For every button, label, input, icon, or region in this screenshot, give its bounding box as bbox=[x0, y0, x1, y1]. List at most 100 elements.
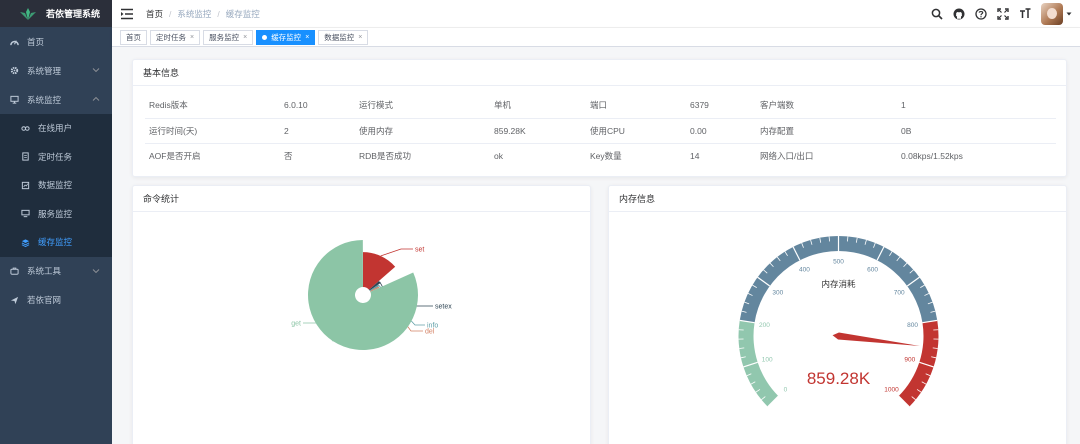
info-label: Redis版本 bbox=[145, 93, 280, 119]
info-value: 0.00 bbox=[686, 118, 756, 144]
tag-cache[interactable]: 缓存监控 × bbox=[256, 29, 316, 45]
table-row: Redis版本 6.0.10 运行模式 单机 端口 6379 客户端数 1 bbox=[145, 93, 1056, 119]
breadcrumb: 首页 / 系统监控 / 缓存监控 bbox=[146, 8, 260, 20]
close-icon[interactable]: × bbox=[305, 34, 309, 41]
github-icon[interactable] bbox=[953, 8, 965, 20]
tag-label: 数据监控 bbox=[324, 32, 355, 42]
gauge-tick-label: 600 bbox=[867, 267, 878, 274]
question-icon[interactable] bbox=[975, 8, 987, 20]
tags-view: 首页 定时任务 × 服务监控 × 缓存监控 × 数据监控 × bbox=[112, 28, 1080, 47]
sidebar-item-label: 在线用户 bbox=[38, 123, 73, 134]
info-value: ok bbox=[494, 150, 503, 161]
tag-server[interactable]: 服务监控 × bbox=[203, 29, 254, 45]
gauge-tick-label: 300 bbox=[772, 289, 783, 296]
dashboard-icon bbox=[9, 37, 19, 47]
breadcrumb-home[interactable]: 首页 bbox=[146, 8, 163, 20]
info-table: Redis版本 6.0.10 运行模式 单机 端口 6379 客户端数 1 运行时间(天) 2 使用… bbox=[145, 93, 1056, 168]
card-title: 内存信息 bbox=[609, 186, 1066, 212]
tag-druid[interactable]: 数据监控 × bbox=[318, 29, 369, 45]
gauge-tick-label: 100 bbox=[762, 357, 773, 364]
tag-home[interactable]: 首页 bbox=[120, 29, 147, 45]
close-icon[interactable]: × bbox=[190, 34, 194, 41]
app-title: 若依管理系统 bbox=[46, 9, 101, 19]
command-stats-card: 命令统计 set setex info del get bbox=[132, 185, 591, 444]
logo[interactable]: 若依管理系统 bbox=[0, 0, 112, 27]
gauge-value: 859.28K bbox=[807, 369, 871, 388]
sidebar-item-monitor[interactable]: 系统监控 bbox=[0, 85, 112, 114]
gauge-tick-label: 200 bbox=[759, 322, 770, 329]
search-icon[interactable] bbox=[931, 8, 943, 20]
info-label: 运行时间(天) bbox=[145, 118, 280, 144]
info-value: 14 bbox=[690, 150, 700, 161]
druid-icon bbox=[20, 180, 30, 190]
info-label: Key数量 bbox=[590, 150, 622, 161]
job-icon bbox=[20, 152, 30, 162]
font-size-icon[interactable] bbox=[1019, 8, 1031, 20]
breadcrumb-separator: / bbox=[217, 8, 220, 19]
info-label: 使用CPU bbox=[586, 118, 686, 144]
gauge-tick-label: 800 bbox=[907, 322, 918, 329]
sidebar-item-redis[interactable]: 缓存监控 bbox=[0, 228, 112, 257]
info-label: 使用内存 bbox=[355, 118, 490, 144]
sidebar-item-job[interactable]: 定时任务 bbox=[0, 143, 112, 172]
table-row: 运行时间(天) 2 使用内存 859.28K 使用CPU 0.00 内存配置 0B bbox=[145, 118, 1056, 144]
sidebar-item-tool[interactable]: 系统工具 bbox=[0, 257, 112, 286]
sidebar-item-label: 定时任务 bbox=[38, 151, 73, 162]
navbar-actions bbox=[921, 0, 1072, 28]
gauge-tick-label: 900 bbox=[904, 357, 915, 364]
caret-down-icon[interactable] bbox=[1066, 11, 1072, 17]
sidebar-item-label: 系统管理 bbox=[27, 65, 62, 76]
hamburger-icon[interactable] bbox=[120, 7, 134, 21]
table-row: AOF是否开启 否 RDB是否成功 ok Key数量 14 网络入口/出口 0.08kps/1… bbox=[145, 143, 1056, 168]
gauge-title: 内存消耗 bbox=[821, 279, 856, 289]
sidebar-item-system[interactable]: 系统管理 bbox=[0, 56, 112, 85]
breadcrumb-current: 缓存监控 bbox=[225, 8, 260, 19]
chevron-down-icon bbox=[92, 68, 100, 73]
info-label: AOF是否开启 bbox=[149, 150, 201, 161]
tag-label: 首页 bbox=[126, 32, 141, 42]
sidebar-item-label: 数据监控 bbox=[38, 180, 73, 191]
pie-label-line bbox=[380, 248, 413, 257]
fullscreen-icon[interactable] bbox=[997, 8, 1009, 20]
monitor-submenu: 在线用户 定时任务 数据监控 服务监控 缓存监控 bbox=[0, 114, 112, 257]
pie-label: get bbox=[291, 321, 301, 328]
active-dot-icon bbox=[262, 34, 268, 40]
info-label: 运行模式 bbox=[355, 93, 490, 119]
online-icon bbox=[20, 123, 30, 133]
memory-gauge-chart: 0 100 200 300 400 500 600 700 800 900 1000 内存消耗 859.… bbox=[738, 236, 939, 408]
redis-icon bbox=[20, 237, 30, 247]
breadcrumb-monitor[interactable]: 系统监控 bbox=[177, 8, 211, 20]
sidebar-item-label: 服务监控 bbox=[38, 208, 73, 219]
sidebar-item-online[interactable]: 在线用户 bbox=[0, 114, 112, 143]
info-value: 1 bbox=[897, 93, 1056, 119]
sidebar-item-label: 系统工具 bbox=[27, 266, 62, 276]
sidebar-item-label: 缓存监控 bbox=[38, 237, 73, 248]
sidebar-item-home[interactable]: 首页 bbox=[0, 27, 112, 56]
info-value: 0.08kps/1.52kps bbox=[901, 150, 963, 161]
info-value: 0B bbox=[897, 118, 1056, 144]
info-label: RDB是否成功 bbox=[359, 150, 411, 161]
tag-label: 缓存监控 bbox=[271, 32, 302, 42]
gauge-pointer bbox=[832, 332, 920, 347]
sidebar-item-druid[interactable]: 数据监控 bbox=[0, 171, 112, 200]
pie-label: setex bbox=[435, 304, 452, 311]
breadcrumb-separator: / bbox=[169, 8, 172, 19]
close-icon[interactable]: × bbox=[358, 34, 362, 41]
close-icon[interactable]: × bbox=[243, 34, 247, 41]
sidebar-item-guide[interactable]: 若依官网 bbox=[0, 286, 112, 315]
sidebar-item-label: 系统监控 bbox=[27, 94, 62, 105]
avatar[interactable] bbox=[1041, 3, 1063, 25]
sidebar-item-server[interactable]: 服务监控 bbox=[0, 200, 112, 229]
gear-icon bbox=[9, 66, 19, 76]
guide-icon bbox=[9, 295, 19, 305]
chevron-up-icon bbox=[92, 96, 100, 101]
command-stats-pie-chart: setsetexinfodelget bbox=[291, 240, 452, 350]
gauge-tick-label: 0 bbox=[784, 387, 788, 394]
tag-job[interactable]: 定时任务 × bbox=[150, 29, 201, 45]
info-value: 2 bbox=[280, 118, 355, 144]
chevron-down-icon bbox=[92, 268, 100, 273]
monitor-icon bbox=[9, 95, 19, 105]
sidebar-item-label: 首页 bbox=[27, 36, 45, 47]
pie-label: set bbox=[415, 247, 424, 254]
pie-label: del bbox=[425, 329, 435, 336]
